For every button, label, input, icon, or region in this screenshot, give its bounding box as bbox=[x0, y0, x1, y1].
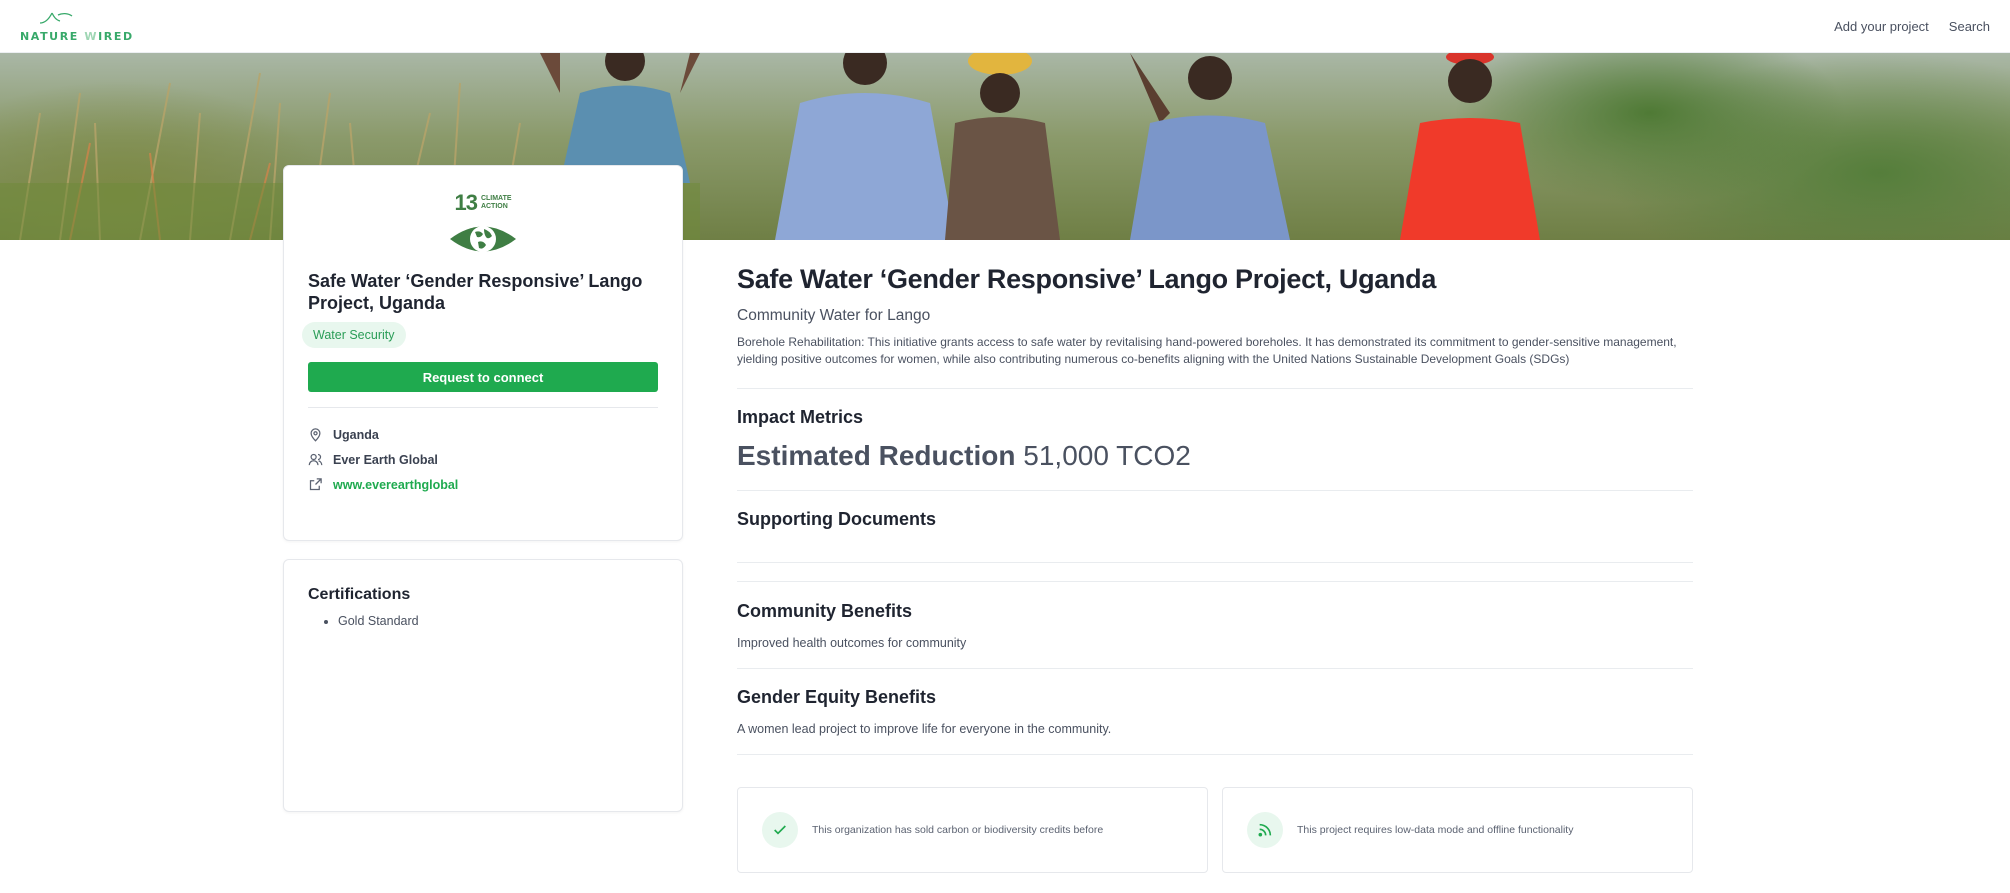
sdg-number: 13 bbox=[454, 190, 478, 215]
gender-equity-heading: Gender Equity Benefits bbox=[737, 687, 937, 707]
section-divider bbox=[737, 668, 1693, 669]
card-divider bbox=[308, 407, 658, 408]
map-pin-icon bbox=[310, 428, 321, 442]
sdg-label-line2: ACTION bbox=[480, 203, 508, 210]
top-nav: Add your project Search bbox=[1834, 19, 1990, 34]
certifications-list: Gold Standard bbox=[308, 614, 658, 628]
logo-word-nature: NATURE bbox=[20, 30, 79, 43]
nav-search[interactable]: Search bbox=[1949, 19, 1990, 34]
check-icon bbox=[762, 812, 798, 848]
organization-text: Ever Earth Global bbox=[333, 452, 438, 467]
logo-letter-w: W bbox=[84, 30, 99, 43]
request-to-connect-button[interactable]: Request to connect bbox=[308, 362, 658, 392]
globe-eye-icon bbox=[450, 226, 516, 252]
sdg-goal-badge: 13 CLIMATE ACTION bbox=[308, 190, 658, 258]
leaf-icon bbox=[39, 12, 73, 24]
organization-row: Ever Earth Global bbox=[308, 447, 658, 472]
feature-cards: This organization has sold carbon or bio… bbox=[737, 787, 1693, 873]
signal-icon bbox=[1247, 812, 1283, 848]
supporting-documents-heading: Supporting Documents bbox=[737, 509, 936, 529]
feature-low-data-text: This project requires low-data mode and … bbox=[1297, 824, 1574, 836]
certifications-card: Certifications Gold Standard bbox=[283, 559, 683, 812]
category-badge: Water Security bbox=[302, 322, 406, 348]
feature-credits-text: This organization has sold carbon or bio… bbox=[812, 824, 1104, 836]
estimated-reduction-metric: Estimated Reduction 51,000 TCO2 bbox=[737, 440, 1693, 472]
logo-word-ired: IRED bbox=[98, 30, 134, 43]
section-divider bbox=[737, 388, 1693, 389]
nav-add-project[interactable]: Add your project bbox=[1834, 19, 1929, 34]
sdg-label-line1: CLIMATE bbox=[480, 195, 512, 202]
nature-wired-logo[interactable]: NATURE WIRED bbox=[20, 9, 134, 43]
website-link[interactable]: www.everearthglobal bbox=[333, 478, 458, 492]
certifications-title: Certifications bbox=[308, 586, 411, 603]
location-row: Uganda bbox=[308, 422, 658, 447]
page-subtitle: Community Water for Lango bbox=[737, 307, 931, 324]
location-text: Uganda bbox=[333, 427, 379, 442]
certification-item: Gold Standard bbox=[338, 614, 658, 628]
external-link-icon bbox=[309, 478, 322, 491]
website-row[interactable]: www.everearthglobal bbox=[308, 472, 658, 497]
section-divider bbox=[737, 581, 1693, 582]
project-details: Safe Water ‘Gender Responsive’ Lango Pro… bbox=[737, 264, 1693, 755]
section-divider bbox=[737, 754, 1693, 755]
feature-card-credits: This organization has sold carbon or bio… bbox=[737, 787, 1208, 873]
community-benefits-text: Improved health outcomes for community bbox=[737, 636, 967, 650]
metric-label: Estimated Reduction bbox=[737, 440, 1016, 471]
top-header: NATURE WIRED Add your project Search bbox=[0, 0, 2010, 53]
project-info-list: Uganda Ever Earth Global www.everearthgl… bbox=[308, 422, 658, 497]
page-title: Safe Water ‘Gender Responsive’ Lango Pro… bbox=[737, 264, 1437, 294]
users-icon bbox=[308, 453, 323, 466]
project-summary-card: 13 CLIMATE ACTION Safe Water ‘Gender Res… bbox=[283, 165, 683, 541]
feature-card-low-data: This project requires low-data mode and … bbox=[1222, 787, 1693, 873]
project-description: Borehole Rehabilitation: This initiative… bbox=[737, 335, 1677, 366]
metric-value: 51,000 TCO2 bbox=[1023, 440, 1191, 471]
section-divider bbox=[737, 562, 1693, 563]
community-benefits-heading: Community Benefits bbox=[737, 601, 913, 621]
section-divider bbox=[737, 490, 1693, 491]
gender-equity-text: A women lead project to improve life for… bbox=[737, 722, 1112, 736]
impact-metrics-heading: Impact Metrics bbox=[737, 407, 864, 427]
project-card-title: Safe Water ‘Gender Responsive’ Lango Pro… bbox=[308, 271, 643, 313]
